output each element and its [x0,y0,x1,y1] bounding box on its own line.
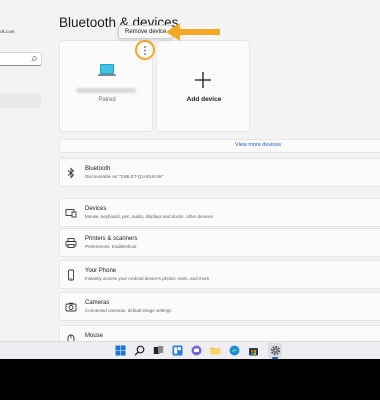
row-title: Mouse [85,333,104,339]
more-options-button[interactable] [135,40,155,60]
file-explorer-icon[interactable] [210,345,221,356]
row-title: Bluetooth [85,166,111,172]
laptop-icon [98,64,116,76]
settings-icon[interactable] [270,345,281,356]
settings-row-bluetooth[interactable]: Bluetooth Discoverable as "TABLET-Q1ADUK… [59,158,380,187]
navigation-pane: ok.com [0,0,46,341]
printer-icon [65,238,77,248]
plus-icon [195,72,211,88]
row-description: Preferences, troubleshoot [85,244,137,249]
nav-item-selected[interactable] [0,93,41,108]
row-title: Your Phone [85,268,117,274]
device-name-redacted [76,88,136,93]
view-more-devices-label: View more devices [235,142,282,148]
row-description: Discoverable as "TABLET-Q1ADUKSK" [85,174,164,179]
add-device-card[interactable]: Add device [156,40,250,132]
view-more-devices-button[interactable]: View more devices [59,139,380,153]
camera-icon [65,302,77,312]
search-icon [31,56,37,62]
devices-icon [65,209,77,218]
account-email: ok.com [0,29,15,34]
bluetooth-icon [67,167,75,179]
row-title: Printers & scanners [85,236,138,242]
settings-row-mouse[interactable]: Mouse [59,325,380,341]
edge-icon[interactable] [229,345,240,356]
row-description: Connected cameras, default image setting… [85,308,172,313]
chat-icon[interactable] [191,345,202,356]
more-options-icon [144,46,146,55]
mouse-icon [67,334,75,341]
row-title: Devices [85,206,107,212]
phone-icon [68,269,74,281]
settings-row-devices[interactable]: Devices Mouse, keyboard, pen, audio, dis… [59,198,380,227]
taskbar [0,341,380,359]
row-title: Cameras [85,300,110,306]
windows-start-icon[interactable] [115,345,126,356]
widgets-icon[interactable] [172,345,183,356]
settings-row-printers[interactable]: Printers & scanners Preferences, trouble… [59,228,380,257]
settings-row-your-phone[interactable]: Your Phone Instantly access your Android… [59,260,380,289]
taskbar-running-indicator [272,357,278,359]
orange-arrow-annotation [166,23,220,41]
device-status: Paired [98,97,116,103]
settings-window: ok.com Bluetooth & devices Paired Add de… [0,0,380,341]
row-description: Instantly access your Android device's p… [85,276,210,281]
add-device-label: Add device [186,96,222,103]
row-description: Mouse, keyboard, pen, audio, displays an… [85,214,213,219]
task-view-icon[interactable] [153,345,164,356]
search-icon[interactable] [134,345,145,356]
settings-search-input[interactable] [0,52,42,66]
settings-row-cameras[interactable]: Cameras Connected cameras, default image… [59,292,380,321]
store-icon[interactable] [248,345,259,356]
